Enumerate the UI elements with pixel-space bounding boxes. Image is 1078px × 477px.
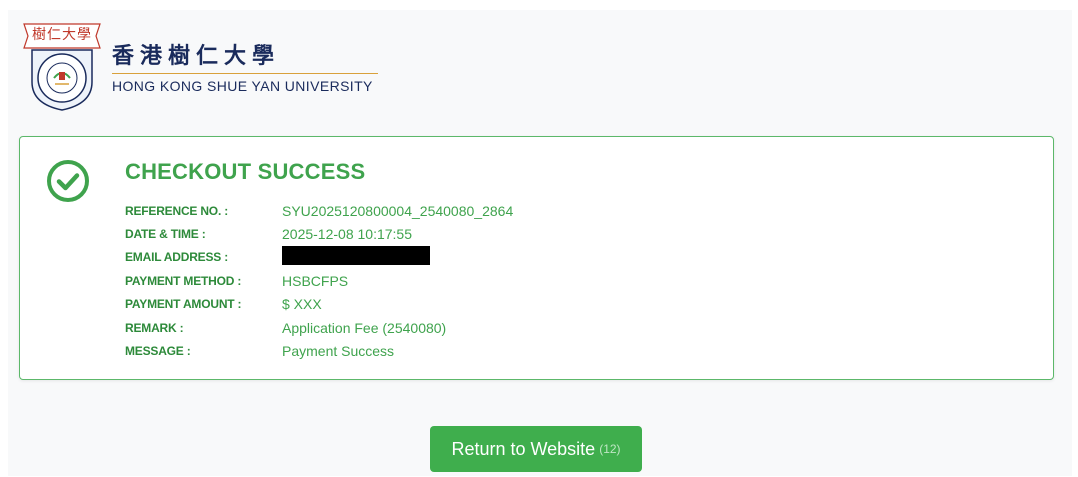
- check-circle-icon: [47, 160, 89, 202]
- email-value: [282, 246, 430, 268]
- page-background: 樹仁大學 香港樹仁大學 HONG KONG SHUE YAN UNIVERSIT…: [8, 10, 1072, 476]
- detail-list: REFERENCE NO. : SYU2025120800004_2540080…: [125, 199, 513, 363]
- university-crest-logo: 樹仁大學: [20, 20, 104, 112]
- date-time-value: 2025-12-08 10:17:55: [282, 226, 412, 243]
- detail-label: MESSAGE :: [125, 344, 191, 359]
- countdown-timer: (12): [599, 442, 621, 456]
- message-value: Payment Success: [282, 343, 395, 360]
- university-name-chinese: 香港樹仁大學: [112, 43, 281, 69]
- detail-row-remark: REMARK : Application Fee (2540080): [125, 316, 513, 339]
- brand-divider: [112, 73, 378, 74]
- detail-label: PAYMENT METHOD :: [125, 273, 242, 288]
- reference-number: SYU2025120800004_2540080_2864: [282, 202, 514, 219]
- detail-row-payment-amount: PAYMENT AMOUNT : $ XXX: [125, 293, 513, 316]
- detail-label: PAYMENT AMOUNT :: [125, 297, 242, 312]
- detail-label: REMARK :: [125, 320, 184, 335]
- payment-amount-value: $ XXX: [282, 296, 322, 313]
- university-name-english: HONG KONG SHUE YAN UNIVERSITY: [112, 78, 373, 94]
- payment-method-value: HSBCFPS: [282, 272, 349, 289]
- university-name: 香港樹仁大學 HONG KONG SHUE YAN UNIVERSITY: [112, 43, 378, 95]
- redacted-email-block: [282, 246, 430, 266]
- remark-value: Application Fee (2540080): [282, 319, 447, 336]
- detail-row-payment-method: PAYMENT METHOD : HSBCFPS: [125, 269, 513, 292]
- detail-row-reference: REFERENCE NO. : SYU2025120800004_2540080…: [125, 199, 513, 222]
- detail-row-email: EMAIL ADDRESS :: [125, 246, 513, 269]
- detail-label: REFERENCE NO. :: [125, 203, 229, 218]
- return-button-label: Return to Website: [451, 438, 596, 459]
- checkout-result-card: CHECKOUT SUCCESS REFERENCE NO. : SYU2025…: [19, 136, 1054, 380]
- detail-label: DATE & TIME :: [125, 227, 206, 242]
- crest-banner-text: 樹仁大學: [32, 27, 92, 43]
- return-to-website-button[interactable]: Return to Website (12): [430, 426, 642, 472]
- detail-row-datetime: DATE & TIME : 2025-12-08 10:17:55: [125, 222, 513, 245]
- checkout-title: CHECKOUT SUCCESS: [125, 159, 366, 184]
- detail-label: EMAIL ADDRESS :: [125, 250, 229, 265]
- header: 樹仁大學 香港樹仁大學 HONG KONG SHUE YAN UNIVERSIT…: [20, 20, 378, 112]
- detail-row-message: MESSAGE : Payment Success: [125, 339, 513, 362]
